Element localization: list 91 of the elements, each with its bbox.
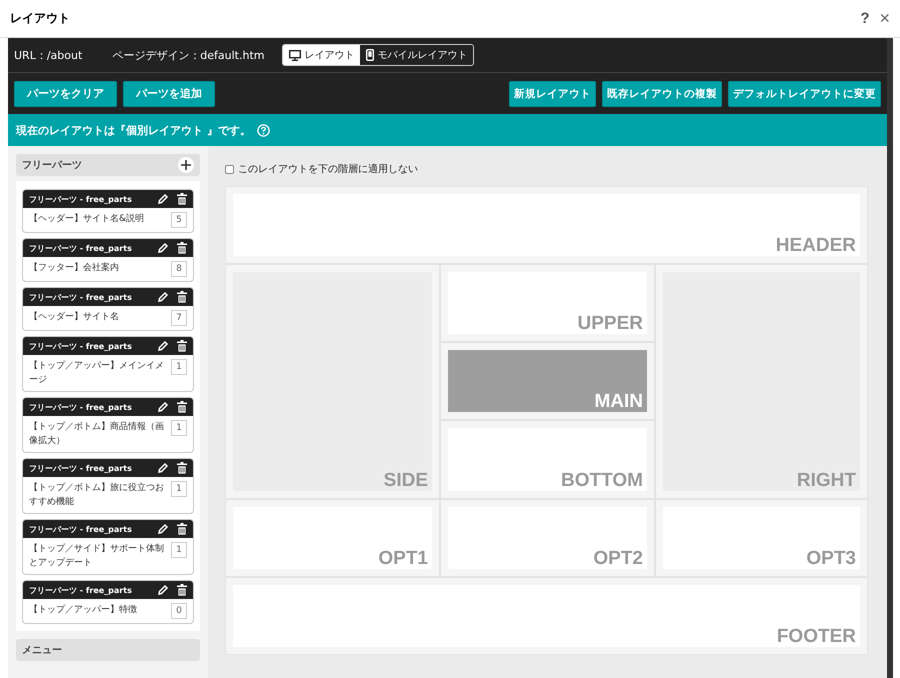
toolbar-button[interactable]: 新規レイアウト — [509, 80, 596, 106]
layout-zone[interactable]: MAIN — [448, 350, 647, 412]
part-count: 1 — [171, 481, 187, 497]
layout-zone[interactable]: OPT2 — [448, 507, 647, 569]
part-name: 【トップ／ボトム】旅に役立つおすすめ機能 — [29, 481, 165, 509]
group-header[interactable]: フリーパーツ — [16, 154, 200, 176]
part-card[interactable]: フリーパーツ - free_parts 【ヘッダー】サイト名 7 — [22, 287, 194, 331]
part-title: フリーパーツ - free_parts — [29, 462, 133, 474]
zone-label: OPT3 — [806, 549, 856, 569]
toolbar-button[interactable]: デフォルトレイアウトに変更 — [728, 80, 881, 106]
layout-zone[interactable]: UPPER — [448, 272, 647, 334]
pencil-icon[interactable] — [157, 291, 169, 303]
part-count: 1 — [171, 420, 187, 436]
part-title: フリーパーツ - free_parts — [29, 242, 133, 254]
zone-label: UPPER — [578, 314, 643, 334]
zone-label: RIGHT — [796, 471, 856, 491]
part-count: 1 — [171, 542, 187, 558]
trash-icon[interactable] — [177, 401, 187, 413]
view-tab[interactable]: レイアウト — [283, 45, 360, 65]
pencil-icon[interactable] — [157, 340, 169, 352]
layout-zone[interactable]: SIDE — [233, 272, 432, 491]
part-title: フリーパーツ - free_parts — [29, 292, 133, 302]
add-button[interactable] — [178, 157, 194, 173]
part-card[interactable]: フリーパーツ - free_parts 【トップ／アッパー】メインイメージ 1 — [22, 336, 194, 392]
plus-icon — [181, 160, 191, 170]
layout-zone[interactable]: BOTTOM — [448, 428, 647, 491]
checkbox[interactable] — [225, 164, 234, 174]
trash-icon[interactable] — [177, 584, 187, 596]
part-count: 1 — [171, 359, 187, 375]
part-title: フリーパーツ - free_parts — [29, 524, 133, 534]
phone-icon — [366, 49, 374, 61]
zone-label: SIDE — [384, 471, 428, 491]
part-card[interactable]: フリーパーツ - free_parts 【ヘッダー】サイト名&説明 5 — [22, 189, 194, 233]
monitor-icon — [289, 50, 302, 60]
notice-text: 現在のレイアウトは『個別レイアウト 』です。 — [16, 122, 251, 138]
checkbox-label: このレイアウトを下の階層に適用しない — [238, 162, 418, 176]
pencil-icon[interactable] — [157, 584, 169, 596]
part-name: 【フッター】会社案内 — [29, 261, 120, 275]
trash-icon[interactable] — [177, 291, 187, 303]
part-name: 【ヘッダー】サイト名&説明 — [29, 212, 146, 226]
toolbar-button[interactable]: 既存レイアウトの複製 — [602, 80, 722, 106]
layout-zone[interactable]: HEADER — [233, 194, 860, 256]
part-card[interactable]: フリーパーツ - free_parts 【トップ／ボトム】商品情報（画像拡大） 1 — [22, 397, 194, 453]
trash-icon[interactable] — [177, 523, 187, 535]
part-name: 【トップ／ボトム】商品情報（画像拡大） — [29, 420, 165, 448]
help-icon[interactable] — [256, 124, 270, 136]
zone-label: HEADER — [776, 236, 856, 256]
pencil-icon[interactable] — [157, 523, 169, 535]
part-name: 【トップ／アッパー】特徴 — [29, 603, 138, 617]
part-card[interactable]: フリーパーツ - free_parts 【トップ／アッパー】特徴 0 — [22, 580, 194, 624]
pencil-icon[interactable] — [157, 401, 169, 413]
part-count: 0 — [171, 603, 187, 619]
part-title: フリーパーツ - free_parts — [29, 402, 133, 412]
pencil-icon[interactable] — [157, 242, 169, 254]
part-name: 【トップ／アッパー】メインイメージ — [29, 359, 165, 387]
trash-icon[interactable] — [177, 193, 187, 205]
part-card[interactable]: フリーパーツ - free_parts 【フッター】会社案内 8 — [22, 238, 194, 282]
layout-zone[interactable]: RIGHT — [663, 272, 860, 491]
zone-label: BOTTOM — [561, 471, 643, 491]
layout-zone[interactable]: FOOTER — [233, 585, 860, 647]
toolbar-button[interactable]: パーツをクリア — [14, 80, 117, 106]
zone-label: OPT1 — [378, 549, 428, 569]
part-title: フリーパーツ - free_parts — [29, 340, 133, 352]
page-design-text: ページデザイン：default.htm — [112, 48, 264, 62]
trash-icon[interactable] — [177, 462, 187, 474]
part-count: 8 — [171, 261, 187, 277]
part-name: 【ヘッダー】サイト名 — [29, 310, 120, 324]
layout-zone[interactable]: OPT3 — [663, 507, 860, 569]
trash-icon[interactable] — [177, 340, 187, 352]
zone-label: FOOTER — [776, 627, 856, 647]
url-text: URL：/about — [14, 48, 82, 62]
trash-icon[interactable] — [177, 242, 187, 254]
part-count: 7 — [171, 310, 187, 326]
part-card[interactable]: フリーパーツ - free_parts 【トップ／ボトム】旅に役立つおすすめ機能 1 — [22, 458, 194, 514]
part-title: フリーパーツ - free_parts — [29, 584, 133, 596]
group-header[interactable]: メニュー — [16, 639, 200, 661]
part-card[interactable]: フリーパーツ - free_parts 【トップ／サイド】サポート体制とアップデート 1 — [22, 519, 194, 575]
part-name: 【トップ／サイド】サポート体制とアップデート — [29, 542, 165, 570]
toolbar-button[interactable]: パーツを追加 — [123, 80, 215, 106]
group-title: フリーパーツ — [22, 159, 83, 172]
layout-zone[interactable]: OPT1 — [233, 507, 432, 569]
pencil-icon[interactable] — [157, 462, 169, 474]
zone-label: MAIN — [594, 392, 643, 412]
window-title: レイアウト — [10, 10, 71, 27]
zone-label: OPT2 — [593, 549, 643, 569]
pencil-icon[interactable] — [157, 193, 169, 205]
part-title: フリーパーツ - free_parts — [29, 194, 133, 204]
close-button[interactable]: × — [879, 8, 890, 29]
group-title: メニュー — [22, 644, 63, 657]
help-button[interactable]: ? — [860, 10, 870, 27]
part-count: 5 — [171, 212, 187, 228]
